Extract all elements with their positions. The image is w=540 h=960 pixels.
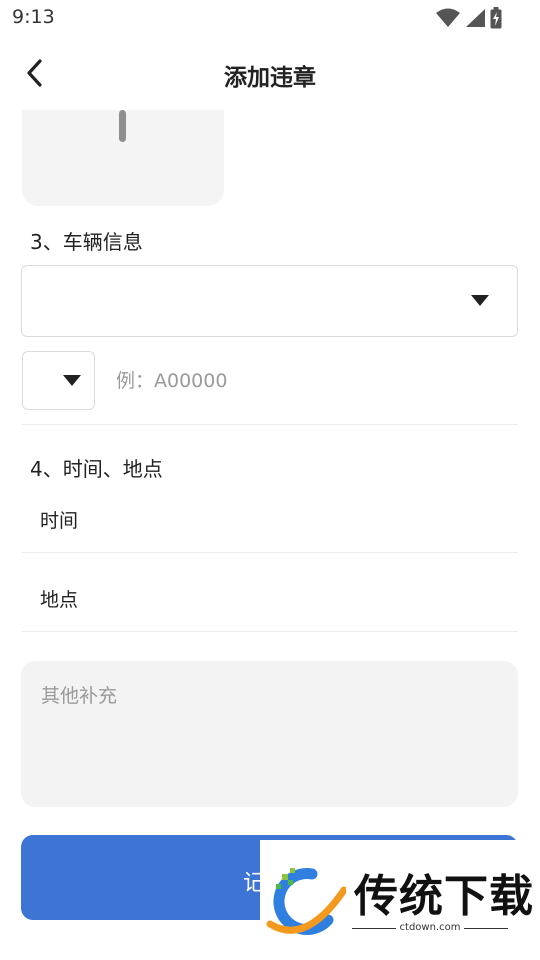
section-vehicle-label: 3、车辆信息 bbox=[30, 230, 143, 254]
notes-placeholder: 其他补充 bbox=[41, 685, 118, 707]
battery-icon bbox=[490, 7, 502, 29]
wifi-icon bbox=[436, 8, 460, 27]
status-bar: 9:13 bbox=[0, 0, 540, 36]
place-field[interactable]: 地点 bbox=[40, 585, 78, 612]
photo-upload-box[interactable] bbox=[22, 110, 224, 206]
signal-icon bbox=[466, 9, 485, 27]
divider bbox=[22, 424, 518, 425]
divider bbox=[22, 631, 518, 632]
divider bbox=[464, 928, 508, 929]
caret-down-icon bbox=[471, 295, 489, 306]
time-field[interactable]: 时间 bbox=[40, 506, 78, 533]
scroll-indicator bbox=[119, 110, 126, 142]
status-time: 9:13 bbox=[12, 6, 55, 28]
notes-textarea[interactable]: 其他补充 bbox=[21, 661, 518, 807]
plate-number-input[interactable] bbox=[116, 366, 496, 396]
vehicle-select[interactable] bbox=[21, 265, 518, 337]
caret-down-icon bbox=[63, 375, 81, 386]
watermark-logo: 传统下载 ctdown.com bbox=[260, 840, 540, 936]
divider bbox=[22, 552, 518, 553]
section-time-place-label: 4、时间、地点 bbox=[30, 457, 163, 481]
status-icons bbox=[436, 7, 502, 29]
app-header: 添加违章 bbox=[0, 40, 540, 106]
logo-icon bbox=[266, 868, 346, 935]
watermark-text: 传统下载 bbox=[354, 871, 534, 922]
page-title: 添加违章 bbox=[224, 65, 316, 91]
plate-prefix-select[interactable] bbox=[22, 351, 95, 410]
